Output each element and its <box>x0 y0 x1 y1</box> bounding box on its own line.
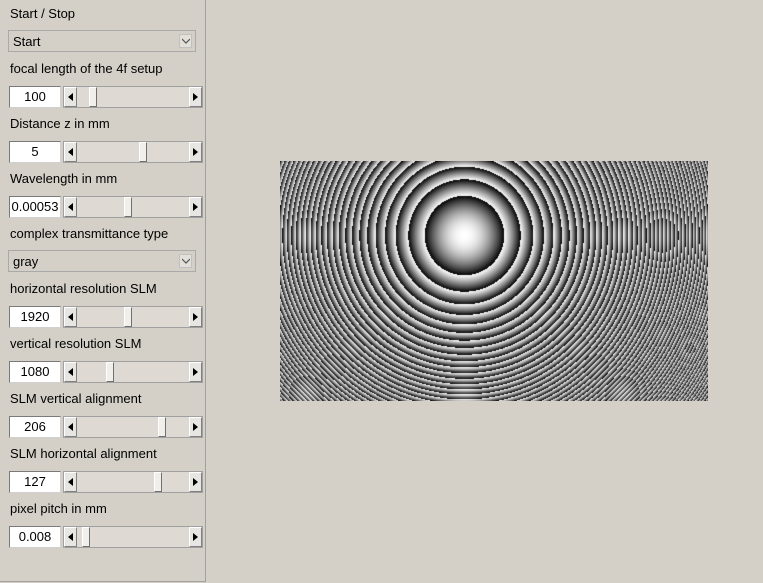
valign-label: SLM vertical alignment <box>10 391 142 406</box>
halign-field[interactable]: 127 <box>9 471 61 493</box>
slider-thumb[interactable] <box>158 417 167 437</box>
triangle-left-icon[interactable] <box>64 527 77 547</box>
start-stop-label: Start / Stop <box>10 6 76 21</box>
pixel-pitch-slider[interactable] <box>63 526 203 548</box>
triangle-right-icon[interactable] <box>189 197 202 217</box>
fresnel-lens-hologram <box>280 161 708 401</box>
transmittance-type-value: gray <box>13 254 39 269</box>
pixel-pitch-field[interactable]: 0.008 <box>9 526 61 548</box>
triangle-right-icon[interactable] <box>189 362 202 382</box>
triangle-left-icon[interactable] <box>64 362 77 382</box>
start-stop-value: Start <box>13 34 41 49</box>
distance-z-field[interactable]: 5 <box>9 141 61 163</box>
start-stop-dropdown[interactable]: Start <box>8 30 196 52</box>
halign-label: SLM horizontal alignment <box>10 446 157 461</box>
wavelength-slider[interactable] <box>63 196 203 218</box>
pixel-pitch-label: pixel pitch in mm <box>10 501 107 516</box>
hres-field[interactable]: 1920 <box>9 306 61 328</box>
distance-z-slider[interactable] <box>63 141 203 163</box>
chevron-down-icon[interactable] <box>179 34 192 48</box>
wavelength-field[interactable]: 0.00053 <box>9 196 61 218</box>
slider-thumb[interactable] <box>153 472 162 492</box>
vres-field[interactable]: 1080 <box>9 361 61 383</box>
focal-length-field[interactable]: 100 <box>9 86 61 108</box>
slider-thumb[interactable] <box>82 527 91 547</box>
vres-label: vertical resolution SLM <box>10 336 142 351</box>
triangle-right-icon[interactable] <box>189 472 202 492</box>
vres-slider[interactable] <box>63 361 203 383</box>
hres-slider[interactable] <box>63 306 203 328</box>
triangle-left-icon[interactable] <box>64 307 77 327</box>
control-panel: Start / Stop Start focal length of the 4… <box>0 0 206 582</box>
slider-thumb[interactable] <box>89 87 98 107</box>
chevron-down-icon[interactable] <box>179 254 192 268</box>
triangle-left-icon[interactable] <box>64 87 77 107</box>
triangle-left-icon[interactable] <box>64 142 77 162</box>
valign-field[interactable]: 206 <box>9 416 61 438</box>
triangle-left-icon[interactable] <box>64 417 77 437</box>
valign-slider[interactable] <box>63 416 203 438</box>
slider-thumb[interactable] <box>139 142 148 162</box>
focal-length-label: focal length of the 4f setup <box>10 61 163 76</box>
transmittance-type-label: complex transmittance type <box>10 226 169 241</box>
slider-thumb[interactable] <box>123 197 132 217</box>
distance-z-label: Distance z in mm <box>10 116 110 131</box>
slider-thumb[interactable] <box>106 362 115 382</box>
triangle-right-icon[interactable] <box>189 142 202 162</box>
triangle-right-icon[interactable] <box>189 307 202 327</box>
slider-thumb[interactable] <box>123 307 132 327</box>
halign-slider[interactable] <box>63 471 203 493</box>
hres-label: horizontal resolution SLM <box>10 281 157 296</box>
triangle-right-icon[interactable] <box>189 417 202 437</box>
transmittance-type-dropdown[interactable]: gray <box>8 250 196 272</box>
wavelength-label: Wavelength in mm <box>10 171 118 186</box>
triangle-left-icon[interactable] <box>64 197 77 217</box>
triangle-right-icon[interactable] <box>189 527 202 547</box>
triangle-right-icon[interactable] <box>189 87 202 107</box>
triangle-left-icon[interactable] <box>64 472 77 492</box>
focal-length-slider[interactable] <box>63 86 203 108</box>
